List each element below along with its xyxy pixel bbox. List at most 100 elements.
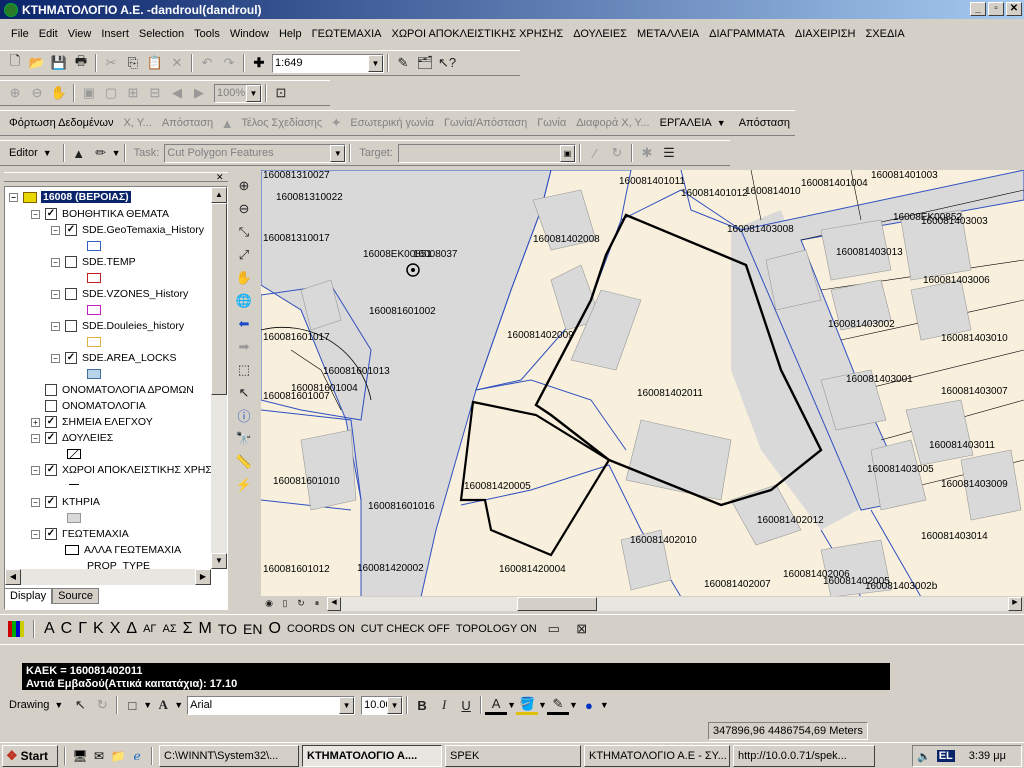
drawing-menu[interactable]: Drawing — [4, 699, 54, 711]
cut-icon[interactable]: ✂ — [100, 53, 122, 73]
toc-item-geotemaxia-history[interactable]: − ✓ SDE.GeoTemaxia_History — [51, 222, 204, 238]
task-cmd[interactable]: C:\WINNT\System32\... — [159, 744, 299, 767]
menu-selection[interactable]: Selection — [134, 26, 189, 42]
menu-tools[interactable]: Tools — [189, 26, 225, 42]
select-elements-icon[interactable]: ↖ — [233, 381, 255, 404]
glyph-g-button[interactable]: Γ — [78, 620, 87, 638]
toc-item-voithitika[interactable]: − ✓ ΒΟΗΘΗΤΙΚΑ ΘΕΜΑΤΑ — [31, 206, 169, 222]
symbol-swatch[interactable] — [87, 305, 101, 315]
speaker-icon[interactable]: 🔈 — [917, 750, 931, 763]
toc-item-onomatologia[interactable]: ΟΝΟΜΑΤΟΛΟΓΙΑ — [45, 398, 146, 414]
menu-file[interactable]: File — [6, 26, 34, 42]
chevron-down-icon[interactable]: ▼ — [538, 700, 547, 710]
scroll-up-icon[interactable]: ▲ — [211, 187, 227, 203]
font-combo[interactable]: Arial ▼ — [187, 695, 356, 715]
toc-item-vzones[interactable]: − SDE.VZONES_History — [51, 286, 188, 302]
scroll-right-icon[interactable]: ▶ — [195, 569, 211, 585]
toc-item-douleies-history[interactable]: − SDE.Douleies_history — [51, 318, 184, 334]
checkbox[interactable] — [45, 400, 57, 412]
target-combo[interactable]: ▣ — [397, 143, 576, 163]
task-arcmap[interactable]: ΚΤΗΜΑΤΟΛΟΓΙΟ Α.... — [302, 744, 442, 767]
color-icon[interactable] — [8, 620, 24, 637]
ie-icon[interactable]: ℯ — [129, 748, 145, 764]
start-button[interactable]: ❖ Start — [2, 744, 58, 767]
identify-icon[interactable]: ⓘ — [233, 404, 255, 427]
menu-view[interactable]: View — [63, 26, 97, 42]
toc-hscrollbar[interactable]: ◀ ▶ — [5, 569, 211, 585]
checkbox[interactable]: ✓ — [65, 352, 77, 364]
checkbox[interactable] — [65, 320, 77, 332]
chevron-down-icon[interactable]: ▼ — [387, 696, 403, 714]
chevron-down-icon[interactable]: ▣ — [559, 144, 575, 162]
glyph-as-button[interactable]: ΑΣ — [162, 623, 176, 635]
glyph-o-button[interactable]: Ο — [269, 620, 281, 638]
menu-diaxeirisi[interactable]: ΔΙΑΧΕΙΡΙΣΗ — [790, 26, 861, 42]
diff-xy-button[interactable]: Διαφορά Χ, Υ... — [571, 117, 654, 129]
map-view[interactable]: 160081310027 160081310022 160081310017 1… — [261, 170, 1024, 597]
menu-insert[interactable]: Insert — [96, 26, 134, 42]
toc-item-temp[interactable]: − SDE.TEMP — [51, 254, 136, 270]
chevron-down-icon[interactable]: ▼ — [569, 700, 578, 710]
coords-toggle[interactable]: COORDS ON — [287, 623, 355, 635]
close-button[interactable]: ✕ — [1006, 2, 1022, 16]
symbol-swatch[interactable] — [87, 273, 101, 283]
edit-tool-icon[interactable]: ▲ — [68, 143, 90, 163]
glyph-c-button[interactable]: C — [61, 620, 73, 638]
select-elements-icon[interactable]: ↖ — [69, 695, 91, 715]
select-features-icon[interactable]: ⬚ — [233, 358, 255, 381]
italic-icon[interactable]: I — [433, 695, 455, 715]
maximize-button[interactable]: ▫ — [988, 2, 1004, 16]
desktop-icon[interactable]: 🖥 — [72, 748, 88, 764]
data-view-icon[interactable]: ◉ — [261, 597, 277, 611]
layout-zoom-combo[interactable]: 100% ▼ — [214, 83, 262, 103]
toc-item-douleies[interactable]: − ✓ ΔΟΥΛΕΙΕΣ — [31, 430, 113, 446]
open-icon[interactable]: 📂 — [26, 53, 48, 73]
pause-icon[interactable]: ⏸ — [309, 597, 325, 611]
fixed-zoom-out-icon[interactable]: ⊟ — [144, 83, 166, 103]
zoom-100-icon[interactable]: ▢ — [100, 83, 122, 103]
checkbox[interactable] — [65, 256, 77, 268]
rotate-icon[interactable]: ↻ — [606, 143, 628, 163]
menu-help[interactable]: Help — [274, 26, 307, 42]
chevron-down-icon[interactable]: ▼ — [54, 700, 63, 710]
explorer-icon[interactable]: 📁 — [110, 748, 126, 764]
paste-icon[interactable]: 📋 — [144, 53, 166, 73]
symbol-swatch[interactable] — [67, 449, 81, 459]
chevron-down-icon[interactable]: ▼ — [112, 148, 121, 158]
split-icon[interactable]: ⁄ — [584, 143, 606, 163]
arccatalog-icon[interactable]: 🗂 — [414, 53, 436, 73]
menu-metalleia[interactable]: ΜΕΤΑΛΛΕΙΑ — [632, 26, 704, 42]
zoom-in-page-icon[interactable]: ⊕ — [4, 83, 26, 103]
glyph-x-button[interactable]: Χ — [110, 620, 121, 638]
chevron-down-icon[interactable]: ▼ — [717, 118, 726, 128]
distance2-button[interactable]: Απόσταση — [734, 117, 795, 129]
glyph-to-button[interactable]: ΤΟ — [218, 621, 237, 637]
grid-icon[interactable]: ⊠ — [571, 619, 593, 639]
task-ktimatologio-sy[interactable]: ΚΤΗΜΑΤΟΛΟΓΙΟ Α.Ε - ΣΥ... — [584, 744, 730, 767]
chevron-down-icon[interactable]: ▼ — [174, 700, 183, 710]
fixed-zoom-out-icon[interactable]: ⤢ — [233, 243, 255, 266]
chevron-down-icon[interactable]: ▼ — [600, 700, 609, 710]
menu-xoroi[interactable]: ΧΩΡΟΙ ΑΠΟΚΛΕΙΣΤΙΚΗΣ ΧΡΗΣΗΣ — [386, 26, 568, 42]
rectangle-icon[interactable]: ▭ — [543, 619, 565, 639]
new-icon[interactable]: 🗋 — [4, 53, 26, 73]
scroll-thumb[interactable] — [517, 596, 597, 611]
redo-icon[interactable]: ↷ — [218, 53, 240, 73]
tab-source[interactable]: Source — [52, 588, 99, 604]
zoom-out-icon[interactable]: ⊖ — [233, 197, 255, 220]
full-extent-icon[interactable]: 🌐 — [233, 289, 255, 312]
task-browser[interactable]: http://10.0.0.71/spek... — [733, 744, 875, 767]
fixed-zoom-in-icon[interactable]: ⊞ — [122, 83, 144, 103]
sketch-properties-icon[interactable]: ☰ — [658, 143, 680, 163]
save-icon[interactable]: 💾 — [48, 53, 70, 73]
fill-color-icon[interactable]: 🪣 — [516, 695, 539, 715]
toc-vscrollbar[interactable]: ▲ ▼ — [211, 187, 227, 569]
add-data-icon[interactable]: ✚ — [248, 53, 270, 73]
checkbox[interactable]: ✓ — [45, 496, 57, 508]
scroll-right-icon[interactable]: ▶ — [1008, 596, 1022, 611]
checkbox[interactable]: ✓ — [45, 528, 57, 540]
end-draw-button[interactable]: Τέλος Σχεδίασης — [236, 117, 327, 129]
menu-douleies[interactable]: ΔΟΥΛΕΙΕΣ — [568, 26, 632, 42]
symbol-swatch[interactable] — [67, 513, 81, 523]
line-color-icon[interactable]: ✎ — [546, 695, 569, 715]
